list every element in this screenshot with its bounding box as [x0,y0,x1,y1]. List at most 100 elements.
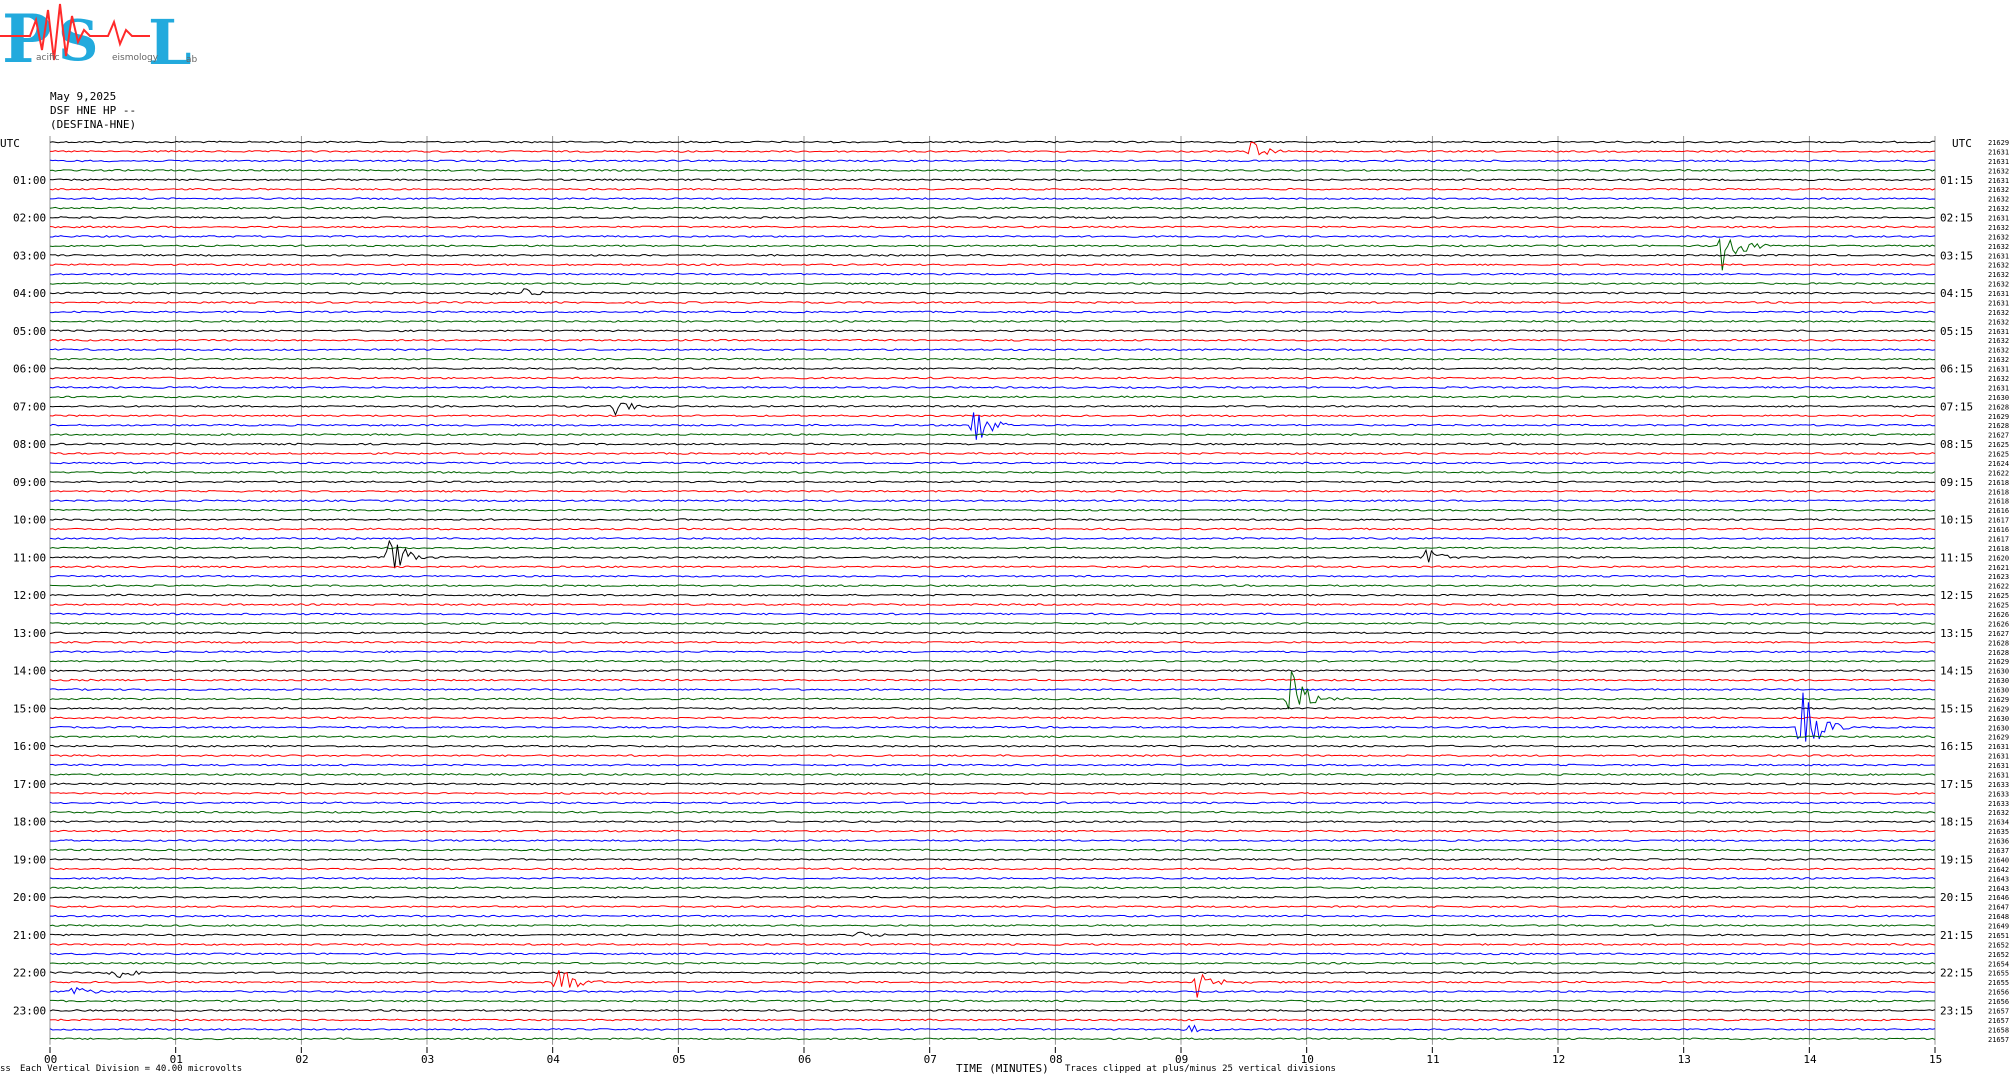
right-row-label: 15:15 [1940,702,1973,715]
trace-offset-label: 21631 [1988,762,2009,770]
trace-offset-label: 21632 [1988,196,2009,204]
trace-offset-label: 21622 [1988,583,2009,591]
trace-90 [49,986,1936,995]
trace-offset-label: 21625 [1988,441,2009,449]
right-row-label: 03:15 [1940,249,1973,262]
trace-offset-label: 21635 [1988,828,2009,836]
trace-offset-label: 21630 [1988,715,2009,723]
trace-39 [49,508,1936,512]
trace-52 [49,631,1936,635]
trace-offset-label: 21631 [1988,215,2009,223]
trace-25 [49,376,1935,380]
trace-offset-label: 21643 [1988,885,2009,893]
left-row-label: 20:00 [13,891,46,904]
x-tick-label: 08 [1049,1053,1062,1066]
trace-offset-label: 21631 [1988,177,2009,185]
left-row-label: 19:00 [13,853,46,866]
trace-35 [49,471,1936,474]
x-tick-label: 15 [1929,1053,1942,1066]
trace-27 [49,395,1936,399]
trace-offset-label: 21632 [1988,318,2009,326]
trace-59 [49,671,1936,710]
x-axis-title: TIME (MINUTES) [956,1062,1049,1075]
trace-offset-label: 21631 [1988,366,2009,374]
x-tick-label: 06 [798,1053,811,1066]
right-row-label: 20:15 [1940,891,1973,904]
x-tick-label: 05 [672,1053,685,1066]
trace-83 [49,924,1936,927]
trace-14 [49,272,1936,276]
trace-offset-label: 21616 [1988,526,2009,534]
trace-31 [50,433,1936,436]
trace-70 [49,801,1935,805]
left-row-label: 23:00 [13,1004,46,1017]
trace-offset-label: 21629 [1988,696,2009,704]
trace-offset-label: 21630 [1988,394,2009,402]
trace-offset-label: 21629 [1988,139,2009,147]
trace-offset-label: 21632 [1988,281,2009,289]
trace-22 [49,348,1936,352]
trace-offset-label: 21649 [1988,923,2009,931]
trace-offset-label: 21630 [1988,724,2009,732]
trace-offset-label: 21631 [1988,753,2009,761]
trace-54 [49,650,1936,654]
trace-76 [49,858,1936,861]
trace-89 [49,970,1936,998]
helicorder-plot: 01:00 02:00 03:00 04:00 05:00 06:00 07:00 08:00… [0,136,2009,1075]
trace-71 [49,810,1936,814]
trace-75 [49,848,1936,852]
trace-offset-label: 21616 [1988,507,2009,515]
trace-offset-label: 21633 [1988,790,2009,798]
trace-56 [49,669,1936,672]
utc-label-right: UTC [1952,137,1972,150]
left-row-label: 06:00 [13,363,46,376]
trace-offset-label: 21625 [1988,592,2009,600]
left-row-label: 14:00 [13,665,46,678]
right-row-label: 22:15 [1940,967,1973,980]
left-row-label: 03:00 [13,249,46,262]
trace-69 [49,792,1936,795]
trace-42 [49,537,1936,540]
right-row-label: 09:15 [1940,476,1973,489]
trace-28 [49,402,1936,417]
trace-offset-label: 21627 [1988,630,2009,638]
left-row-label: 09:00 [13,476,46,489]
trace-offset-label: 21632 [1988,271,2009,279]
trace-offset-label: 21651 [1988,932,2009,940]
trace-offset-label: 21626 [1988,620,2009,628]
trace-95 [49,1037,1936,1041]
right-row-label: 21:15 [1940,929,1973,942]
left-row-label: 10:00 [13,514,46,527]
trace-15 [49,282,1936,285]
trace-46 [49,574,1936,578]
trace-offset-label: 21632 [1988,356,2009,364]
trace-85 [49,943,1936,946]
trace-offset-label: 21628 [1988,403,2009,411]
trace-40 [49,518,1935,521]
trace-34 [49,461,1936,465]
trace-offset-label: 21632 [1988,205,2009,213]
trace-offset-label: 21622 [1988,469,2009,477]
right-row-label: 04:15 [1940,287,1973,300]
trace-offset-label: 21654 [1988,960,2009,968]
trace-offset-label: 21630 [1988,677,2009,685]
right-row-label: 10:15 [1940,514,1973,527]
trace-74 [49,839,1936,842]
trace-45 [49,565,1936,569]
trace-offset-label: 21658 [1988,1026,2009,1034]
trace-26 [49,386,1936,389]
x-tick-label: 12 [1552,1053,1565,1066]
trace-offset-label: 21626 [1988,611,2009,619]
trace-offset-label: 21647 [1988,904,2009,912]
right-row-label: 11:15 [1940,551,1973,564]
trace-32 [49,442,1936,446]
trace-offset-label: 21627 [1988,432,2009,440]
trace-92 [49,1009,1936,1012]
left-row-label: 15:00 [13,702,46,715]
trace-offset-label: 21618 [1988,479,2009,487]
right-row-label: 12:15 [1940,589,1973,602]
trace-offset-label: 21632 [1988,309,2009,317]
clip-note: Traces clipped at plus/minus 25 vertical… [1065,1064,1336,1074]
trace-offset-label: 21656 [1988,989,2009,997]
trace-49 [49,603,1936,606]
